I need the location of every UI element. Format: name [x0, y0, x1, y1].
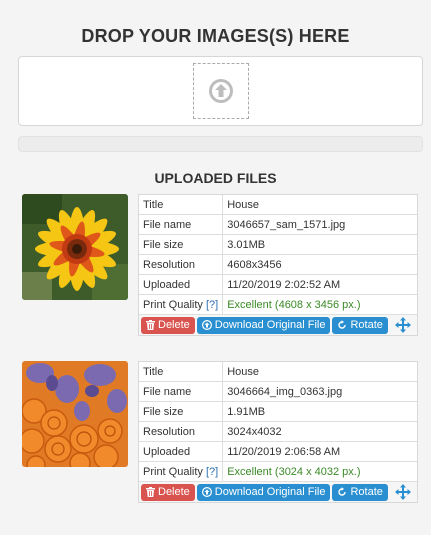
- upload-arrow-icon: [209, 79, 233, 103]
- file-actions: Delete Download Original File Rotate: [139, 482, 417, 502]
- move-icon[interactable]: [395, 484, 411, 500]
- print-quality-row: Print Quality [?] Excellent (4608 x 3456…: [139, 294, 417, 315]
- field-label: Print Quality [?]: [139, 461, 224, 482]
- table-row: Uploaded 11/20/2019 2:02:52 AM: [139, 274, 417, 295]
- drop-title: DROP YOUR IMAGES(S) HERE: [81, 26, 350, 46]
- field-value: 3046657_sam_1571.jpg: [222, 214, 417, 235]
- field-value: House: [222, 195, 417, 215]
- table-row: Resolution 3024x4032: [139, 421, 417, 442]
- trash-icon: [146, 320, 155, 330]
- delete-button[interactable]: Delete: [141, 483, 195, 501]
- rotate-button[interactable]: Rotate: [332, 316, 388, 334]
- field-value: 1.91MB: [222, 401, 417, 422]
- field-label: Title: [139, 362, 224, 382]
- field-label: Resolution: [139, 421, 224, 442]
- print-quality-help-link[interactable]: [?]: [206, 466, 218, 478]
- print-quality-value: Excellent (4608 x 3456 px.): [222, 294, 417, 315]
- move-icon[interactable]: [395, 317, 411, 333]
- table-row: File name 3046664_img_0363.jpg: [139, 381, 417, 402]
- field-label: Print Quality [?]: [139, 294, 224, 315]
- rotate-label: Rotate: [350, 486, 383, 498]
- upload-progress-bar: [18, 136, 423, 152]
- delete-label: Delete: [158, 486, 190, 498]
- file-info-table: Title House File name 3046664_img_0363.j…: [138, 361, 418, 503]
- print-quality-help-link[interactable]: [?]: [206, 299, 218, 311]
- print-quality-value: Excellent (3024 x 4032 px.): [222, 461, 417, 482]
- table-row: Title House: [139, 195, 417, 215]
- uploaded-files-title: UPLOADED FILES: [154, 170, 277, 186]
- print-quality-label: Print Quality: [143, 465, 203, 478]
- table-row: Uploaded 11/20/2019 2:06:58 AM: [139, 441, 417, 462]
- download-circle-icon: [201, 320, 212, 330]
- table-row: Title House: [139, 362, 417, 382]
- download-label: Download Original File: [214, 319, 326, 331]
- thumbnail-image[interactable]: [22, 194, 128, 300]
- download-circle-icon: [201, 487, 212, 497]
- field-label: File size: [139, 234, 224, 255]
- field-label: File name: [139, 214, 224, 235]
- table-row: Resolution 4608x3456: [139, 254, 417, 275]
- delete-button[interactable]: Delete: [141, 316, 195, 334]
- print-quality-row: Print Quality [?] Excellent (3024 x 4032…: [139, 461, 417, 482]
- rotate-label: Rotate: [350, 319, 383, 331]
- field-value: 11/20/2019 2:06:58 AM: [222, 441, 417, 462]
- upload-page: DROP YOUR IMAGES(S) HERE UPLOADED FILES: [0, 0, 431, 535]
- field-label: Uploaded: [139, 441, 224, 462]
- rotate-icon: [338, 320, 347, 329]
- field-label: Title: [139, 195, 224, 215]
- print-quality-label: Print Quality: [143, 298, 203, 311]
- dropzone[interactable]: [18, 56, 423, 126]
- field-value: 11/20/2019 2:02:52 AM: [222, 274, 417, 295]
- drop-target-box[interactable]: [193, 63, 249, 119]
- delete-label: Delete: [158, 319, 190, 331]
- field-value: 4608x3456: [222, 254, 417, 275]
- download-original-button[interactable]: Download Original File: [196, 483, 331, 501]
- rotate-button[interactable]: Rotate: [332, 483, 388, 501]
- field-label: Resolution: [139, 254, 224, 275]
- rotate-icon: [338, 487, 347, 496]
- trash-icon: [146, 487, 155, 497]
- field-value: 3024x4032: [222, 421, 417, 442]
- field-label: File name: [139, 381, 224, 402]
- table-row: File size 3.01MB: [139, 234, 417, 255]
- table-row: File size 1.91MB: [139, 401, 417, 422]
- table-row: File name 3046657_sam_1571.jpg: [139, 214, 417, 235]
- download-original-button[interactable]: Download Original File: [196, 316, 331, 334]
- file-info-table: Title House File name 3046657_sam_1571.j…: [138, 194, 418, 336]
- file-actions: Delete Download Original File Rotate: [139, 315, 417, 335]
- download-label: Download Original File: [214, 486, 326, 498]
- field-label: File size: [139, 401, 224, 422]
- thumbnail-image[interactable]: [22, 361, 128, 467]
- field-value: 3046664_img_0363.jpg: [222, 381, 417, 402]
- field-value: 3.01MB: [222, 234, 417, 255]
- field-label: Uploaded: [139, 274, 224, 295]
- field-value: House: [222, 362, 417, 382]
